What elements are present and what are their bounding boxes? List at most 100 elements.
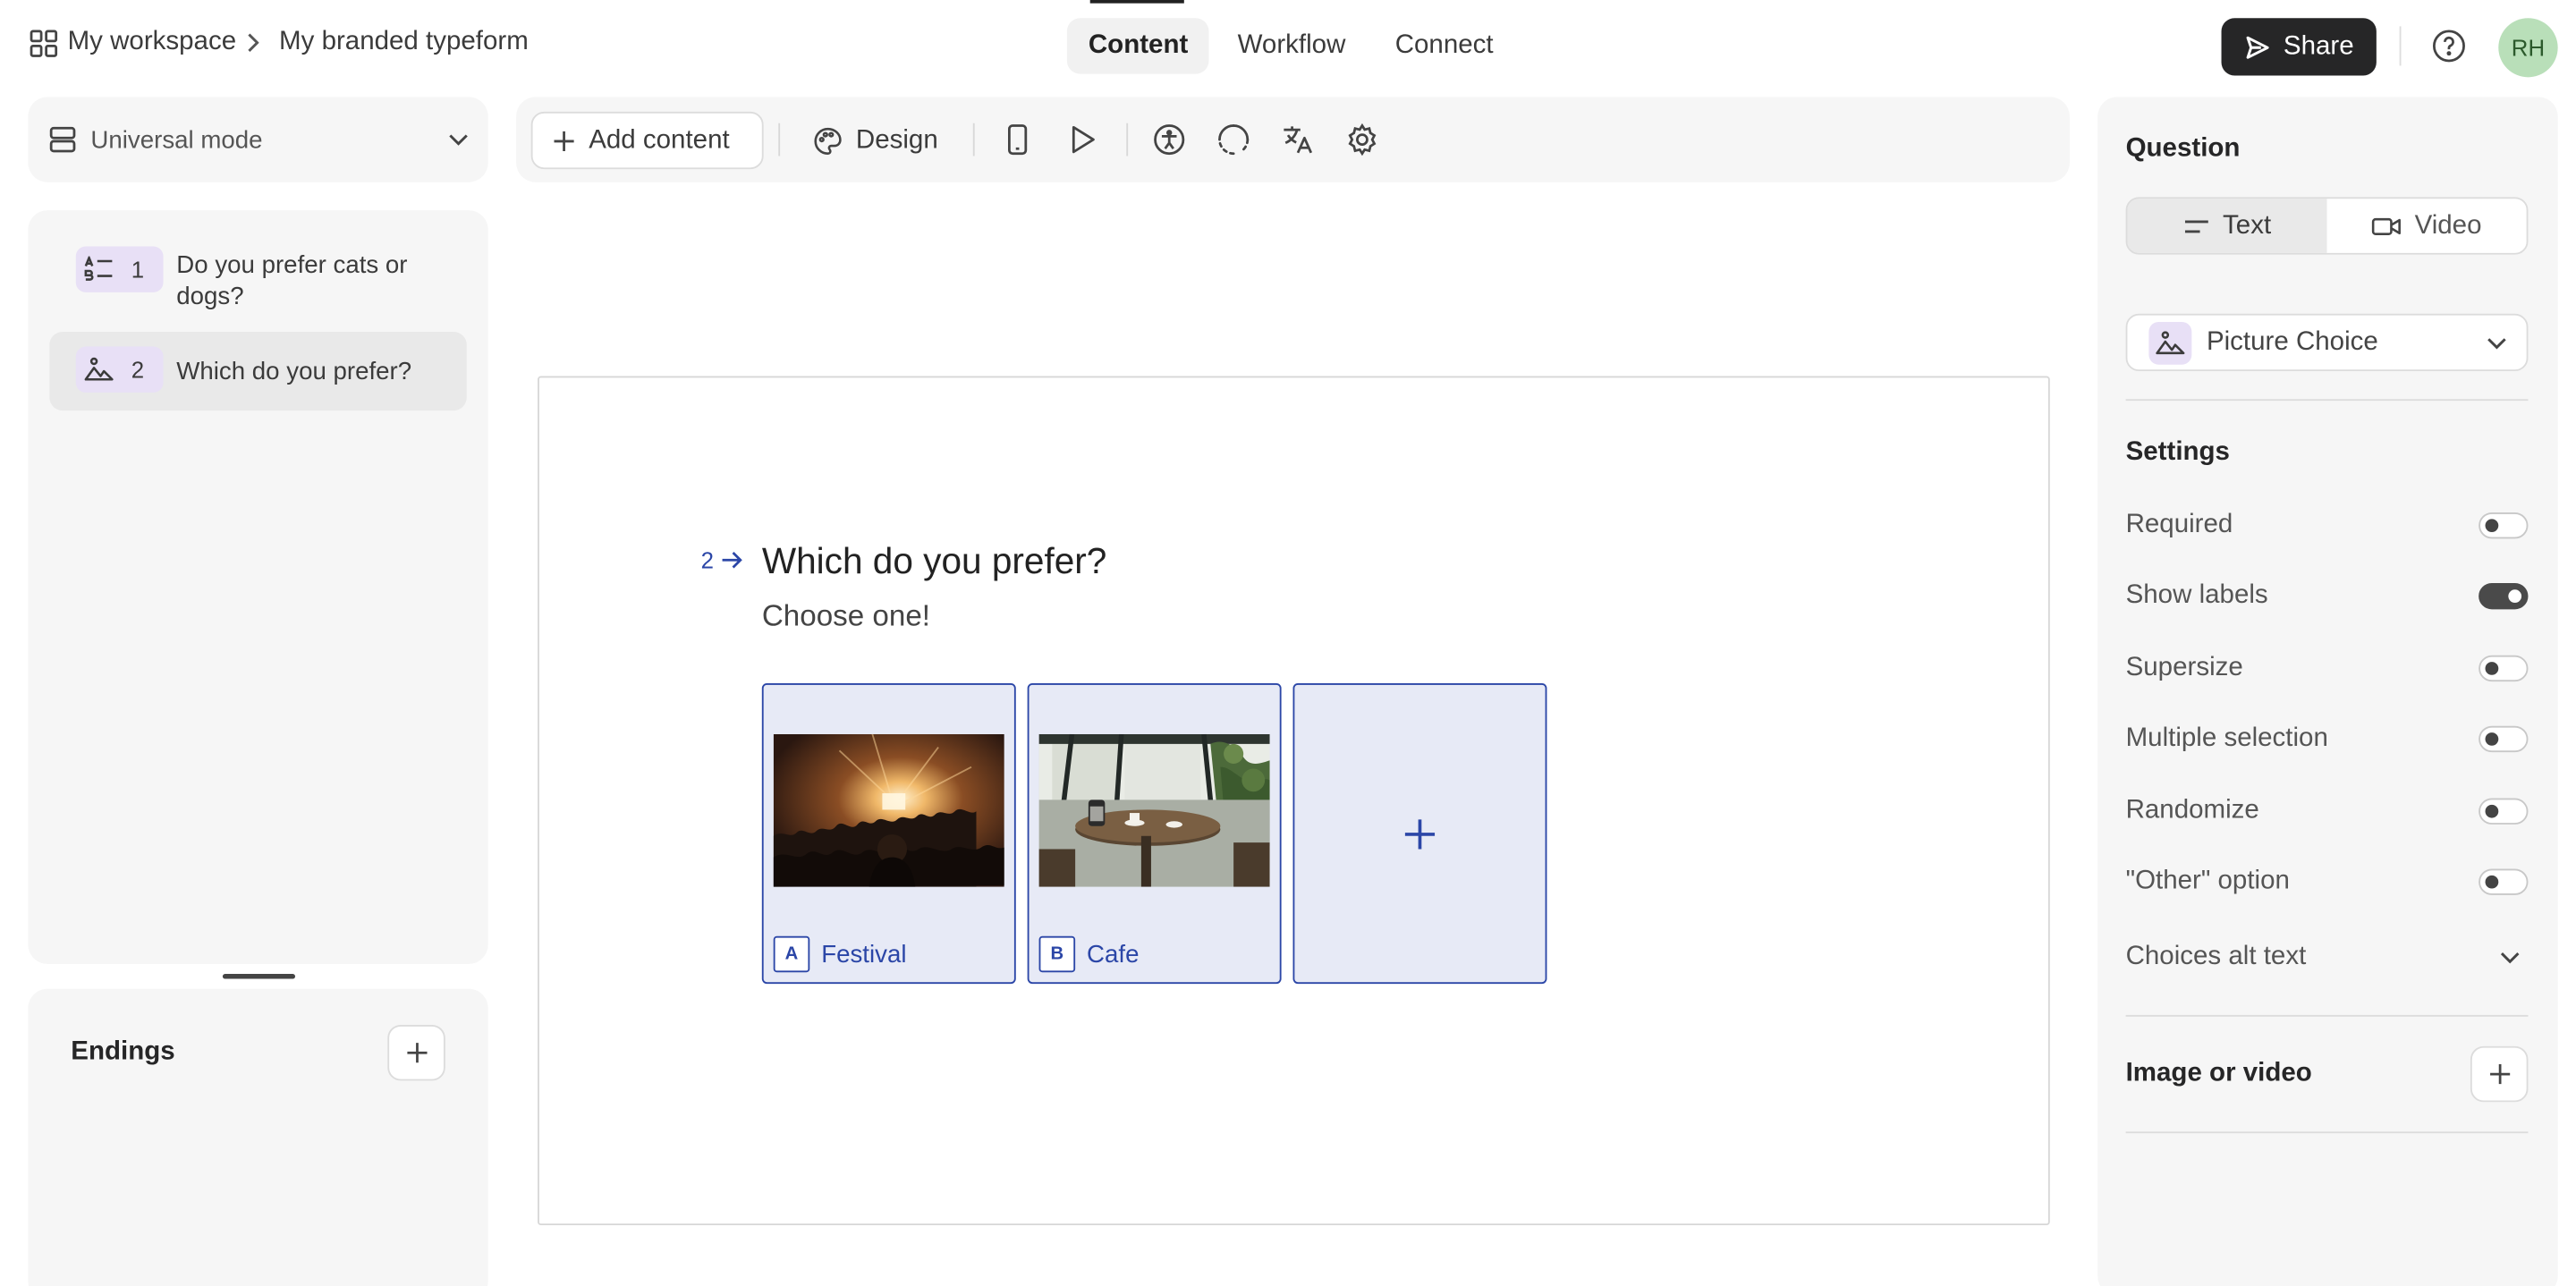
- palette-icon: [813, 125, 843, 155]
- divider: [2125, 1131, 2529, 1134]
- required-toggle[interactable]: [2479, 512, 2529, 539]
- mode-selector[interactable]: Universal mode: [28, 97, 488, 182]
- question-text: Do you prefer cats or dogs?: [176, 250, 408, 311]
- question-badge: 1: [75, 246, 164, 292]
- format-video-label: Video: [2414, 210, 2482, 240]
- plus-icon: [2487, 1062, 2511, 1086]
- multiple-selection-toggle[interactable]: [2479, 725, 2529, 753]
- breadcrumb: My workspace My branded typeform: [30, 28, 529, 57]
- question-title[interactable]: Which do you prefer?: [762, 540, 1107, 583]
- question-list: 1 Do you prefer cats or dogs? 2 Which do…: [28, 210, 488, 965]
- choice-letter: A: [773, 935, 810, 973]
- format-text-option[interactable]: Text: [2127, 199, 2327, 253]
- format-video-option[interactable]: Video: [2326, 199, 2527, 253]
- add-media-button[interactable]: [2470, 1045, 2529, 1103]
- plus-icon: [1403, 817, 1436, 850]
- choice-label[interactable]: Cafe: [1087, 941, 1139, 969]
- breadcrumb-workspace[interactable]: My workspace: [68, 28, 237, 57]
- translate-icon[interactable]: [1280, 122, 1317, 157]
- show-labels-toggle[interactable]: [2479, 582, 2529, 610]
- setting-label: Randomize: [2125, 796, 2259, 825]
- question-item-1[interactable]: 1 Do you prefer cats or dogs?: [49, 233, 466, 326]
- question-number: 2: [131, 356, 145, 383]
- toolbar-divider: [972, 123, 975, 157]
- endings-title: Endings: [71, 1037, 175, 1066]
- ranking-icon: [84, 256, 114, 282]
- layers-icon: [47, 125, 77, 155]
- send-icon: [2244, 34, 2271, 60]
- setting-label: Supersize: [2125, 653, 2243, 682]
- design-button[interactable]: Design: [813, 112, 938, 169]
- add-choice-button[interactable]: [1292, 682, 1547, 985]
- setting-label: "Other" option: [2125, 867, 2290, 895]
- grid-icon[interactable]: [30, 29, 58, 56]
- tab-content[interactable]: Content: [1066, 18, 1210, 74]
- help-icon[interactable]: [2431, 28, 2468, 63]
- tab-connect[interactable]: Connect: [1374, 18, 1515, 73]
- arrow-right-icon: [720, 550, 743, 570]
- plus-icon: [405, 1041, 428, 1064]
- picture-choice-icon: [2148, 321, 2192, 364]
- choice-letter: B: [1038, 935, 1076, 973]
- setting-label: Show labels: [2125, 581, 2268, 610]
- question-type-value: Picture Choice: [2206, 327, 2378, 356]
- format-text-label: Text: [2223, 210, 2272, 240]
- active-tab-indicator: [1089, 0, 1184, 4]
- cafe-image: [1038, 733, 1270, 887]
- chevron-down-icon: [2487, 336, 2506, 350]
- setting-label: Required: [2125, 511, 2233, 539]
- choices-alt-text-expander[interactable]: Choices alt text: [2126, 938, 2529, 977]
- chevron-down-icon: [2500, 951, 2520, 964]
- design-label: Design: [855, 125, 938, 154]
- setting-show-labels: Show labels: [2126, 577, 2529, 616]
- image-or-video-heading: Image or video: [2125, 1059, 2312, 1087]
- supersize-toggle[interactable]: [2479, 655, 2529, 682]
- gear-icon[interactable]: [1344, 122, 1381, 157]
- toolbar-divider: [1126, 123, 1129, 157]
- editor-toolbar: Add content Design: [516, 97, 2070, 182]
- question-number-label: 2: [700, 546, 714, 573]
- question-settings-panel: Question Text Video Picture Choice Setti…: [2097, 97, 2558, 1286]
- question-number: 1: [131, 256, 145, 283]
- question-heading: Question: [2125, 134, 2241, 163]
- add-content-label: Add content: [589, 125, 730, 154]
- mobile-preview-icon[interactable]: [999, 122, 1036, 157]
- question-description[interactable]: Choose one!: [762, 599, 930, 634]
- setting-required: Required: [2126, 506, 2529, 546]
- setting-label: Multiple selection: [2125, 723, 2328, 753]
- main-tabs: Content Workflow Connect: [1066, 18, 1515, 74]
- video-icon: [2372, 216, 2402, 235]
- randomize-toggle[interactable]: [2479, 798, 2529, 825]
- add-ending-button[interactable]: [387, 1024, 445, 1081]
- chevron-right-icon: [246, 33, 259, 53]
- chevron-down-icon: [449, 133, 469, 147]
- toolbar-divider: [778, 123, 781, 157]
- question-text: Which do you prefer?: [176, 357, 412, 385]
- setting-other-option: "Other" option: [2126, 862, 2529, 901]
- other-option-toggle[interactable]: [2479, 868, 2529, 895]
- breadcrumb-form-name[interactable]: My branded typeform: [279, 28, 529, 57]
- tab-workflow[interactable]: Workflow: [1216, 18, 1368, 73]
- setting-label: Choices alt text: [2125, 943, 2307, 971]
- choice-card[interactable]: B Cafe: [1027, 682, 1282, 985]
- question-item-2[interactable]: 2 Which do you prefer?: [49, 331, 467, 411]
- text-lines-icon: [2183, 217, 2210, 233]
- loading-icon[interactable]: [1216, 122, 1252, 157]
- avatar[interactable]: RH: [2498, 18, 2558, 78]
- resize-handle[interactable]: [222, 974, 296, 979]
- divider: [2125, 399, 2529, 402]
- question-type-select[interactable]: Picture Choice: [2125, 313, 2529, 372]
- picture-choice-icon: [84, 357, 114, 383]
- add-content-button[interactable]: Add content: [530, 111, 764, 170]
- setting-supersize: Supersize: [2126, 648, 2529, 688]
- divider: [2399, 26, 2402, 66]
- share-button[interactable]: Share: [2221, 18, 2377, 76]
- divider: [2125, 1014, 2529, 1017]
- question-number-marker: 2: [701, 547, 744, 573]
- question-badge: 2: [75, 346, 164, 393]
- choice-card[interactable]: A Festival: [761, 682, 1016, 985]
- setting-multiple-selection: Multiple selection: [2126, 719, 2529, 758]
- choice-label[interactable]: Festival: [821, 941, 906, 969]
- accessibility-icon[interactable]: [1151, 122, 1188, 157]
- play-icon[interactable]: [1063, 122, 1100, 157]
